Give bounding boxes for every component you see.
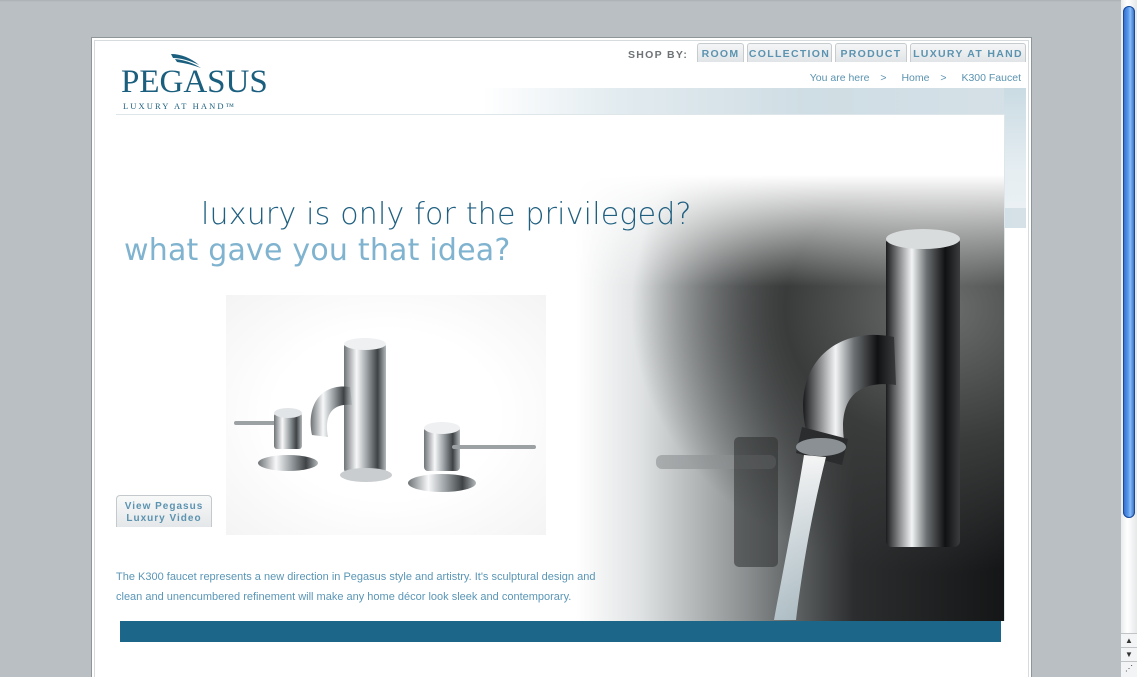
browser-viewport: PEGASUS LUXURY AT HAND™ SHOP BY: ROOM CO… <box>0 0 1137 677</box>
product-image <box>226 295 546 535</box>
up-arrow-icon[interactable]: ▲ <box>1121 633 1137 647</box>
brand-name: PEGASUS <box>121 64 268 100</box>
tab-collection[interactable]: COLLECTION <box>747 43 832 62</box>
glass-edge <box>1004 88 1026 208</box>
tab-luxury-at-hand[interactable]: LUXURY AT HAND <box>910 43 1026 62</box>
breadcrumb-separator: > <box>940 72 947 84</box>
breadcrumb-prefix: You are here <box>809 72 870 84</box>
k300-faucet-set-image <box>234 338 536 492</box>
product-description: The K300 faucet represents a new directi… <box>116 571 596 603</box>
video-button-line1: View Pegasus <box>124 501 204 512</box>
breadcrumb-separator: > <box>880 72 887 84</box>
footer-bar <box>120 621 1001 642</box>
headline-secondary: what gave you that idea? <box>124 233 511 268</box>
vertical-scrollbar[interactable]: ▲ ▼ ⋰ <box>1121 0 1137 677</box>
down-arrow-icon[interactable]: ▼ <box>1121 647 1137 661</box>
breadcrumb-home[interactable]: Home <box>901 72 929 84</box>
tab-product[interactable]: PRODUCT <box>835 43 907 62</box>
pegasus-logo[interactable]: PEGASUS LUXURY AT HAND™ <box>121 52 291 112</box>
resize-grip-icon[interactable]: ⋰ <box>1121 661 1137 677</box>
scrollbar-thumb[interactable] <box>1123 6 1135 518</box>
brand-tagline: LUXURY AT HAND™ <box>123 101 237 111</box>
view-video-button[interactable]: View Pegasus Luxury Video <box>116 495 212 527</box>
faucet-closeup-image <box>656 229 960 620</box>
tab-room[interactable]: ROOM <box>697 43 744 62</box>
page-container: PEGASUS LUXURY AT HAND™ SHOP BY: ROOM CO… <box>91 37 1032 677</box>
video-button-line2: Luxury Video <box>126 513 202 524</box>
shop-by-label: SHOP BY: <box>628 49 689 61</box>
breadcrumb-current: K300 Faucet <box>961 72 1021 84</box>
headline-primary: luxury is only for the privileged? <box>201 197 692 232</box>
hero-panel: luxury is only for the privileged? what … <box>116 114 1005 621</box>
breadcrumb: You are here > Home > K300 Faucet <box>806 72 1021 84</box>
